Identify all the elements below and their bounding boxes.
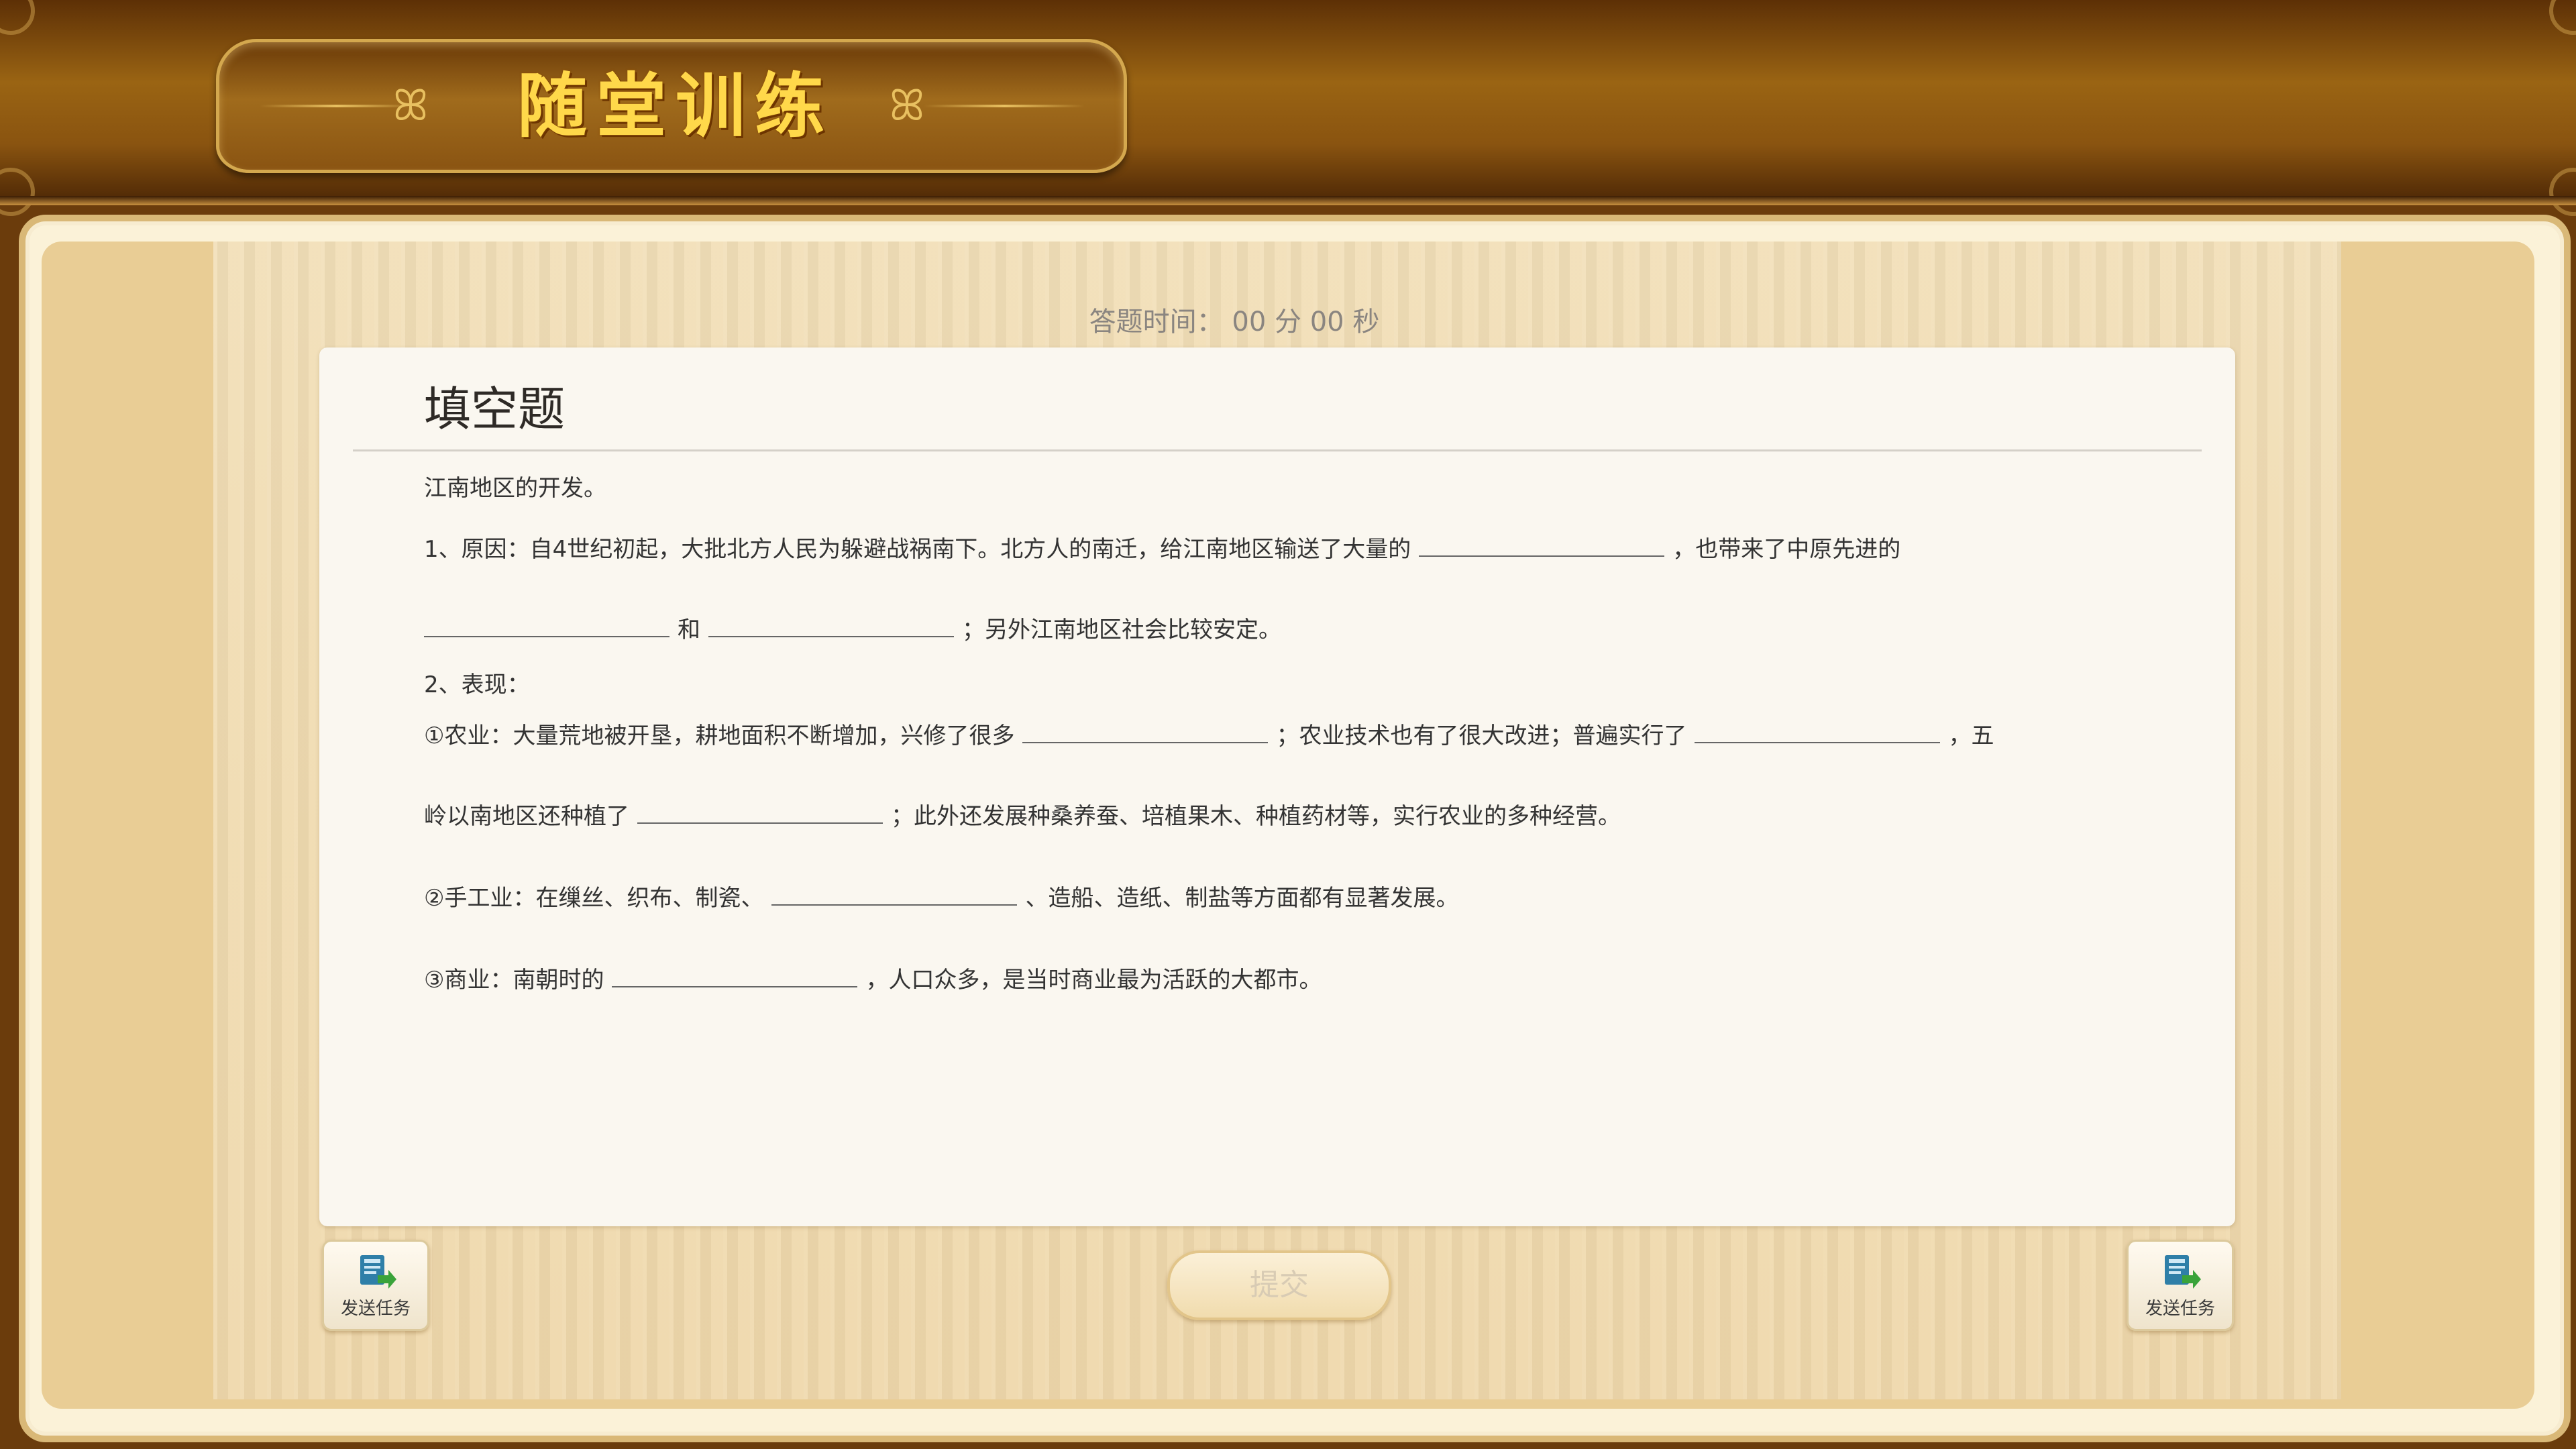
craft-line: ②手工业：在缫丝、织布、制瓷、 、造船、造纸、制盐等方面都有显著发展。: [424, 868, 2208, 928]
question-intro: 江南地区的开发。: [424, 462, 2208, 515]
blank-input-2[interactable]: [424, 606, 669, 637]
craft-text-b: 、造船、造纸、制盐等方面都有显著发展。: [1025, 885, 1459, 912]
blank-input-3[interactable]: [708, 606, 954, 637]
agri-line2: 岭以南地区还种植了 ；此外还发展种桑养蚕、培植果木、种植药材等，实行农业的多种经营…: [424, 786, 2208, 847]
blank-input-8[interactable]: [612, 957, 858, 987]
blank-input-7[interactable]: [771, 875, 1018, 906]
corner-ornament-top-right: [2549, 0, 2576, 35]
send-task-icon: [360, 1255, 396, 1289]
commerce-text-b: ，人口众多，是当时商业最为活跃的大都市。: [865, 967, 1322, 994]
title-plaque: ꕤ 随堂训练 ꕤ: [216, 39, 1127, 173]
intro-text: 江南地区的开发。: [424, 475, 606, 502]
corner-ornament-bottom-right: [2549, 168, 2576, 216]
blank-input-4[interactable]: [1022, 712, 1269, 743]
send-task-button-right[interactable]: 发送任务: [2127, 1240, 2234, 1331]
blank-input-6[interactable]: [637, 793, 883, 824]
agri-line1: ①农业：大量荒地被开垦，耕地面积不断增加，兴修了很多 ；农业技术也有了很大改进；普…: [424, 706, 2208, 766]
question-type-title: 填空题: [424, 382, 565, 437]
page-title: 随堂训练: [517, 65, 834, 147]
item1-line2: 和 ；另外江南地区社会比较安定。: [424, 600, 2208, 660]
answer-timer: 答题时间： 00 分 00 秒: [1089, 307, 1380, 337]
agri-text-b: ；农业技术也有了很大改进；普遍实行了: [1276, 722, 1687, 749]
item1-line1: 1、原因：自4世纪初起，大批北方人民为躲避战祸南下。北方人的南迁，给江南地区输送…: [424, 519, 2208, 580]
agri-text-a: ①农业：大量荒地被开垦，耕地面积不断增加，兴修了很多: [424, 722, 1015, 749]
item1-text-a: 1、原因：自4世纪初起，大批北方人民为躲避战祸南下。北方人的南迁，给江南地区输送…: [424, 536, 1411, 563]
item1-text-c: 和: [678, 616, 700, 643]
send-task-icon: [2165, 1255, 2201, 1289]
commerce-line: ③商业：南朝时的 ，人口众多，是当时商业最为活跃的大都市。: [424, 950, 2208, 1010]
agri-text-d: 岭以南地区还种植了: [424, 803, 629, 830]
send-task-label: 发送任务: [340, 1299, 411, 1319]
send-task-label: 发送任务: [2145, 1299, 2215, 1319]
submit-button[interactable]: 提交: [1167, 1250, 1391, 1320]
item2-heading: 2、表现：: [424, 661, 2208, 708]
question-card: 填空题 江南地区的开发。 1、原因：自4世纪初起，大批北方人民为躲避战祸南下。北…: [319, 347, 2235, 1226]
corner-ornament-bottom-left: [0, 168, 35, 216]
title-line-right: [924, 105, 1085, 107]
item1-text-d: ；另外江南地区社会比较安定。: [962, 616, 1281, 643]
blank-input-5[interactable]: [1695, 712, 1941, 743]
corner-ornament-top-left: [0, 0, 35, 35]
send-task-button-left[interactable]: 发送任务: [322, 1240, 429, 1331]
card-divider: [353, 449, 2202, 451]
item1-text-b: ，也带来了中原先进的: [1672, 536, 1901, 563]
item2-heading-text: 2、表现：: [424, 672, 530, 698]
agri-text-e: ；此外还发展种桑养蚕、培植果木、种植药材等，实行农业的多种经营。: [891, 803, 1621, 830]
agri-text-c: ，五: [1948, 722, 1994, 749]
commerce-text-a: ③商业：南朝时的: [424, 967, 604, 994]
craft-text-a: ②手工业：在缫丝、织布、制瓷、: [424, 885, 764, 912]
blank-input-1[interactable]: [1419, 526, 1665, 557]
header-bar: ꕤ 随堂训练 ꕤ: [0, 0, 2576, 216]
fret-ornament-icon: ꕤ: [392, 81, 429, 131]
